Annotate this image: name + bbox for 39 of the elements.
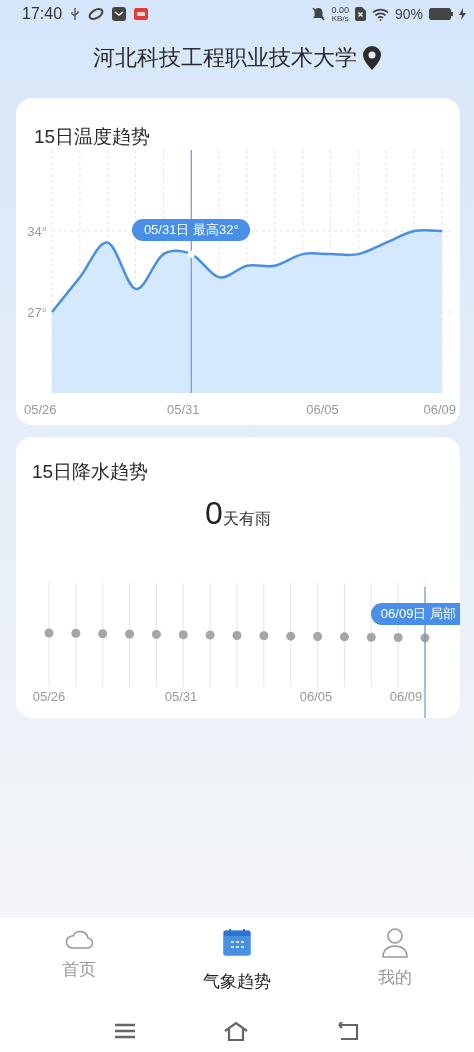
menu-icon[interactable] [115, 1023, 135, 1039]
tab[interactable]: 我的 [335, 918, 455, 989]
network-speed: 0.00 [331, 5, 349, 15]
network-unit: KB/s [331, 14, 349, 23]
app-icon [134, 8, 149, 20]
x-axis-label: 06/05 [299, 689, 333, 704]
status-time: 17:40 [22, 5, 63, 23]
calendar-icon [223, 928, 251, 956]
y-axis-label: 27° [27, 305, 47, 320]
tab[interactable]: 气象趋势 [177, 918, 297, 993]
tab[interactable]: 首页 [19, 918, 139, 981]
rain-day-count: 0 [205, 495, 223, 532]
wifi-icon [371, 7, 389, 21]
location-title: 河北科技工程职业技术大学 [93, 44, 357, 72]
back-icon[interactable] [337, 1022, 359, 1040]
y-axis-label: 34° [27, 224, 47, 239]
charging-icon [459, 8, 466, 20]
x-axis-label: 06/09 [389, 689, 423, 704]
battery-icon [429, 8, 453, 20]
person-icon [382, 928, 408, 958]
chart-tooltip: 05/31日 最高32° [132, 219, 251, 242]
x-axis-label: 06/09 [423, 402, 456, 417]
sim-icon [354, 7, 366, 21]
bell-off-icon [312, 7, 326, 21]
cloud-icon [64, 928, 94, 950]
location-pin-icon[interactable] [363, 46, 381, 70]
card-title: 15日温度趋势 [33, 125, 152, 149]
usb-icon [70, 7, 81, 21]
x-axis-label: 05/26 [32, 689, 66, 704]
rain-day-label: 天有雨 [222, 509, 271, 529]
battery-percent: 90% [394, 6, 423, 22]
chart-tooltip: 06/09日 局部 [370, 603, 460, 625]
x-axis-label: 05/31 [164, 689, 198, 704]
x-axis-label: 05/31 [167, 402, 200, 417]
card-title: 15日降水趋势 [31, 460, 150, 484]
data-point [187, 250, 195, 258]
home-icon[interactable] [223, 1021, 249, 1041]
x-axis-label: 06/05 [306, 402, 339, 417]
x-axis-label: 05/26 [24, 402, 57, 417]
